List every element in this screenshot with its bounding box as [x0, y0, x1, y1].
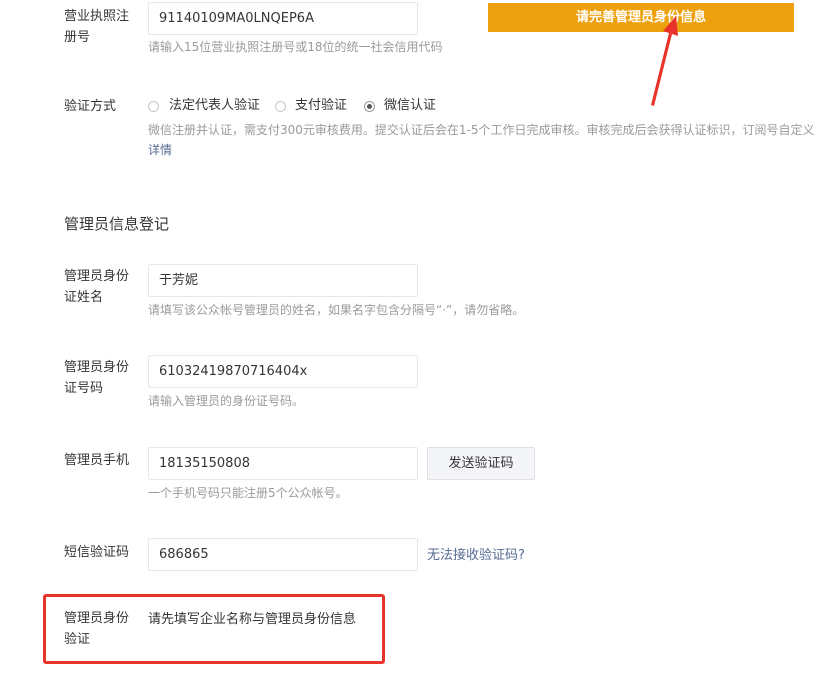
- annotation-arrow-icon: [651, 16, 678, 106]
- admin-name-hint: 请填写该公众帐号管理员的姓名，如果名字包含分隔号“·”，请勿省略。: [148, 303, 525, 317]
- admin-id-input[interactable]: 61032419870716404x: [148, 355, 418, 388]
- sms-code-input[interactable]: 686865: [148, 538, 418, 571]
- admin-phone-hint: 一个手机号码只能注册5个公众帐号。: [148, 486, 348, 500]
- admin-name-label-line2: 证姓名: [64, 290, 104, 305]
- send-code-button[interactable]: 发送验证码: [427, 447, 535, 480]
- admin-name-label-line1: 管理员身份: [64, 269, 130, 284]
- business-license-label-line1: 营业执照注: [64, 9, 130, 24]
- verify-method-label: 验证方式: [64, 99, 117, 114]
- radio-payment-label[interactable]: 支付验证: [295, 96, 347, 116]
- business-license-label-line2: 册号: [64, 30, 91, 45]
- business-license-hint: 请输入15位营业执照注册号或18位的统一社会信用代码: [148, 40, 443, 54]
- admin-name-label: 管理员身份 证姓名: [64, 266, 129, 308]
- radio-legal-rep-label[interactable]: 法定代表人验证: [169, 96, 260, 116]
- business-license-input[interactable]: 91140109MA0LNQEP6A: [148, 2, 418, 35]
- cannot-receive-code-link[interactable]: 无法接收验证码?: [427, 544, 525, 563]
- sms-code-label: 短信验证码: [64, 545, 130, 560]
- admin-phone-input[interactable]: 18135150808: [148, 447, 418, 480]
- verify-method-description: 微信注册并认证，需支付300元审核费用。提交认证后会在1-5个工作日完成审核。审…: [148, 123, 815, 137]
- business-license-label: 营业执照注 册号: [64, 6, 129, 48]
- admin-id-hint: 请输入管理员的身份证号码。: [148, 394, 305, 408]
- admin-id-label: 管理员身份 证号码: [64, 357, 129, 399]
- admin-name-input[interactable]: 于芳妮: [148, 264, 418, 297]
- admin-phone-label: 管理员手机: [64, 453, 130, 468]
- radio-wechat-verify-label[interactable]: 微信认证: [384, 96, 436, 116]
- admin-id-label-line1: 管理员身份: [64, 360, 130, 375]
- radio-legal-rep[interactable]: [148, 101, 159, 112]
- verify-details-link[interactable]: 详情: [148, 141, 172, 158]
- admin-section-title: 管理员信息登记: [64, 215, 170, 233]
- verify-method-radio-group: 法定代表人验证 支付验证 微信认证: [148, 96, 468, 116]
- admin-id-label-line2: 证号码: [64, 381, 104, 396]
- radio-payment[interactable]: [275, 101, 286, 112]
- annotation-highlight-box: [43, 594, 385, 664]
- radio-wechat-verify[interactable]: [364, 101, 375, 112]
